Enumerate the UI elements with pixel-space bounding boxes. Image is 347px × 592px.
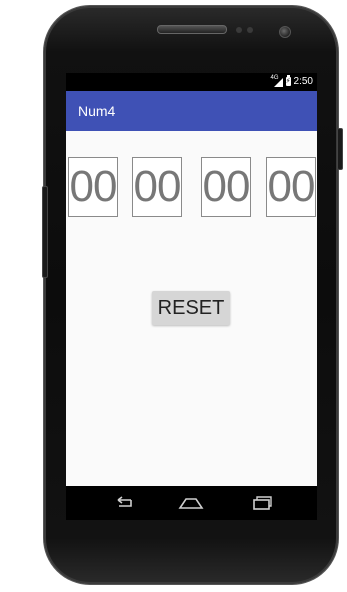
reset-button[interactable]: RESET: [152, 291, 230, 325]
counter-3[interactable]: 00: [201, 157, 251, 217]
earpiece-speaker: [157, 25, 227, 34]
back-icon[interactable]: [108, 493, 138, 513]
main-content: 00 00 00 00 RESET: [66, 131, 317, 486]
app-title: Num4: [78, 103, 116, 119]
phone-screen: 4G ⚡ 2:50 Num4 00 00 00 00 RESET: [66, 73, 317, 520]
volume-button[interactable]: [42, 186, 48, 278]
status-bar: 4G ⚡ 2:50: [66, 73, 317, 91]
home-icon[interactable]: [176, 493, 206, 513]
front-camera: [279, 26, 291, 38]
battery-charging-icon: ⚡: [285, 75, 291, 86]
navigation-bar: [66, 486, 317, 520]
proximity-sensor: [236, 27, 242, 33]
emulator-stage: 4G ⚡ 2:50 Num4 00 00 00 00 RESET: [0, 0, 347, 592]
power-button[interactable]: [337, 128, 343, 170]
status-icons: 4G ⚡ 2:50: [271, 75, 313, 88]
counter-1[interactable]: 00: [68, 157, 118, 217]
recents-icon[interactable]: [246, 493, 276, 513]
signal-icon: 4G: [271, 75, 283, 87]
counter-2[interactable]: 00: [132, 157, 182, 217]
counter-4[interactable]: 00: [266, 157, 316, 217]
app-bar: Num4: [66, 91, 317, 131]
light-sensor: [247, 27, 253, 33]
status-clock: 2:50: [293, 76, 313, 87]
